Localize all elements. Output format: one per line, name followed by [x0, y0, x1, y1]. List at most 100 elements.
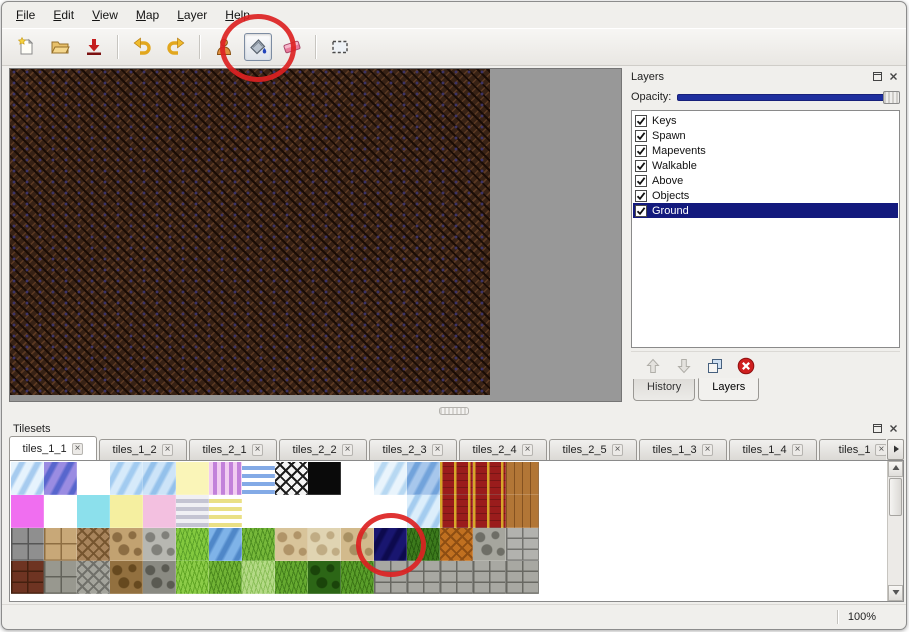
tab-layers[interactable]: Layers [698, 378, 759, 401]
tile-1-0[interactable] [11, 495, 44, 528]
tile-0-3[interactable] [110, 462, 143, 495]
tile-2-12[interactable] [407, 528, 440, 561]
tile-1-6[interactable] [209, 495, 242, 528]
layer-row-walkable[interactable]: Walkable [633, 158, 898, 173]
tile-1-8[interactable] [275, 495, 308, 528]
tile-1-13[interactable] [440, 495, 473, 528]
tab-close-icon[interactable]: × [612, 444, 624, 456]
redo-button[interactable] [162, 33, 190, 61]
tile-2-2[interactable] [77, 528, 110, 561]
tab-history[interactable]: History [633, 379, 695, 401]
bucket-fill-button[interactable] [244, 33, 272, 61]
tile-1-12[interactable] [407, 495, 440, 528]
tab-close-icon[interactable]: × [72, 443, 84, 455]
tile-3-9[interactable] [308, 561, 341, 594]
menu-help[interactable]: Help [217, 5, 258, 25]
tile-1-7[interactable] [242, 495, 275, 528]
tile-0-14[interactable] [473, 462, 506, 495]
tileset-tab-tiles_1_4[interactable]: tiles_1_4× [729, 439, 817, 460]
tile-3-14[interactable] [473, 561, 506, 594]
tile-0-11[interactable] [374, 462, 407, 495]
tile-0-12[interactable] [407, 462, 440, 495]
tile-1-10[interactable] [341, 495, 374, 528]
menu-view[interactable]: View [84, 5, 126, 25]
tile-2-9[interactable] [308, 528, 341, 561]
lower-layer-button[interactable] [674, 356, 694, 376]
tab-close-icon[interactable]: × [792, 444, 804, 456]
stamp-button[interactable] [210, 33, 238, 61]
tab-close-icon[interactable]: × [702, 444, 714, 456]
tile-0-1[interactable] [44, 462, 77, 495]
tile-2-7[interactable] [242, 528, 275, 561]
tile-1-2[interactable] [77, 495, 110, 528]
tab-close-icon[interactable]: × [342, 444, 354, 456]
layer-row-objects[interactable]: Objects [633, 188, 898, 203]
tile-0-9[interactable] [308, 462, 341, 495]
tile-3-2[interactable] [77, 561, 110, 594]
tile-0-4[interactable] [143, 462, 176, 495]
tile-3-8[interactable] [275, 561, 308, 594]
opacity-slider-handle[interactable] [883, 91, 900, 104]
tile-2-3[interactable] [110, 528, 143, 561]
tile-3-5[interactable] [176, 561, 209, 594]
tab-close-icon[interactable]: × [522, 444, 534, 456]
tile-0-0[interactable] [11, 462, 44, 495]
layer-row-above[interactable]: Above [633, 173, 898, 188]
tile-3-15[interactable] [506, 561, 539, 594]
tile-1-5[interactable] [176, 495, 209, 528]
tileset-tab-tiles_1_2[interactable]: tiles_1_2× [99, 439, 187, 460]
tile-3-13[interactable] [440, 561, 473, 594]
tile-2-10[interactable] [341, 528, 374, 561]
tile-3-6[interactable] [209, 561, 242, 594]
raise-layer-button[interactable] [643, 356, 663, 376]
tile-0-2[interactable] [77, 462, 110, 495]
menu-file[interactable]: File [8, 5, 43, 25]
tile-2-4[interactable] [143, 528, 176, 561]
menu-layer[interactable]: Layer [169, 5, 215, 25]
tileset-tab-tiles_2_4[interactable]: tiles_2_4× [459, 439, 547, 460]
splitter[interactable] [2, 404, 906, 418]
tile-1-11[interactable] [374, 495, 407, 528]
tile-3-12[interactable] [407, 561, 440, 594]
duplicate-layer-button[interactable] [705, 356, 725, 376]
layer-row-spawn[interactable]: Spawn [633, 128, 898, 143]
layer-checkbox[interactable] [635, 130, 647, 142]
layer-checkbox[interactable] [635, 115, 647, 127]
tileset-scrollbar[interactable] [887, 461, 903, 601]
tileset-tab-tiles_2_5[interactable]: tiles_2_5× [549, 439, 637, 460]
tile-0-5[interactable] [176, 462, 209, 495]
tab-close-icon[interactable]: × [875, 444, 886, 456]
tab-scroll-right-button[interactable] [887, 439, 904, 460]
opacity-slider[interactable] [677, 90, 900, 105]
float-panel-icon[interactable] [871, 422, 884, 435]
scroll-down-button[interactable] [888, 585, 903, 601]
tile-1-15[interactable] [506, 495, 539, 528]
undo-button[interactable] [128, 33, 156, 61]
layer-row-keys[interactable]: Keys [633, 113, 898, 128]
layer-checkbox[interactable] [635, 205, 647, 217]
close-panel-icon[interactable] [887, 70, 900, 83]
rect-select-button[interactable] [326, 33, 354, 61]
scrollbar-thumb[interactable] [889, 478, 902, 516]
tile-2-0[interactable] [11, 528, 44, 561]
tab-close-icon[interactable]: × [162, 444, 174, 456]
tile-0-13[interactable] [440, 462, 473, 495]
menu-map[interactable]: Map [128, 5, 167, 25]
map-canvas[interactable] [10, 69, 490, 395]
tile-3-7[interactable] [242, 561, 275, 594]
layer-checkbox[interactable] [635, 190, 647, 202]
tileset-tab-tiles_2_2[interactable]: tiles_2_2× [279, 439, 367, 460]
tile-3-10[interactable] [341, 561, 374, 594]
splitter-grip[interactable] [439, 407, 469, 415]
tile-3-3[interactable] [110, 561, 143, 594]
tileset-tab-tiles_2_1[interactable]: tiles_2_1× [189, 439, 277, 460]
tile-1-14[interactable] [473, 495, 506, 528]
delete-layer-button[interactable] [736, 356, 756, 376]
tile-2-15[interactable] [506, 528, 539, 561]
tile-1-1[interactable] [44, 495, 77, 528]
scroll-up-button[interactable] [888, 461, 903, 477]
layer-checkbox[interactable] [635, 160, 647, 172]
tileset-tab-tiles_1_1[interactable]: tiles_1_1× [9, 436, 97, 460]
tab-close-icon[interactable]: × [252, 444, 264, 456]
tile-3-4[interactable] [143, 561, 176, 594]
